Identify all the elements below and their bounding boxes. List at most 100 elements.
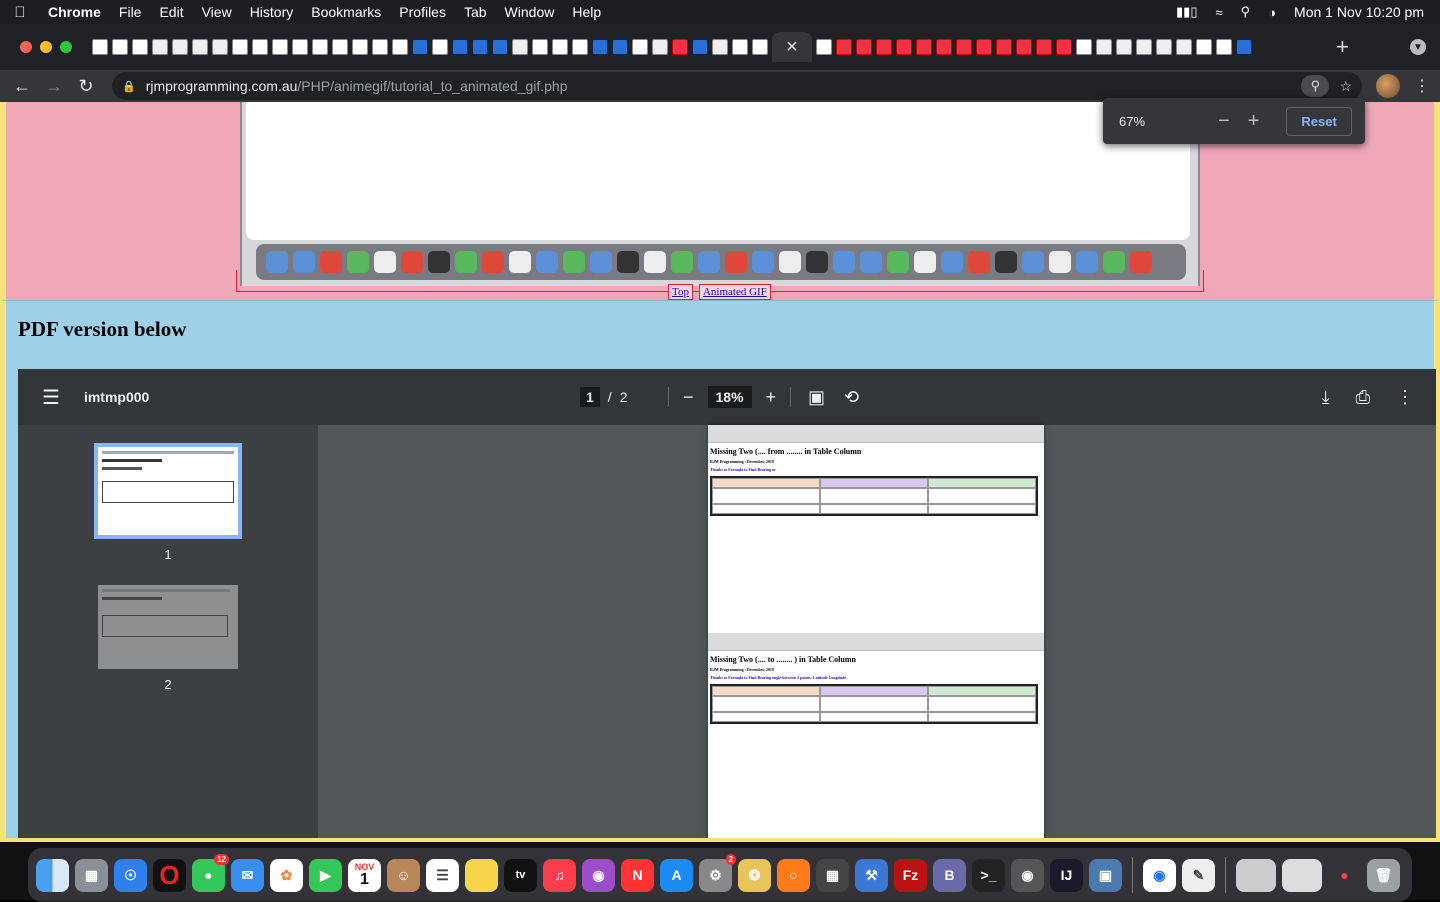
notes-icon[interactable] bbox=[465, 858, 498, 892]
animated-gif-link[interactable]: Animated GIF bbox=[698, 284, 771, 300]
more-actions-icon[interactable]: ⋮ bbox=[1396, 387, 1414, 408]
tab-favicon[interactable] bbox=[752, 39, 768, 55]
filezilla-icon[interactable]: Fz bbox=[894, 858, 927, 892]
menu-help[interactable]: Help bbox=[563, 4, 610, 20]
top-link[interactable]: Top bbox=[668, 284, 693, 300]
tab-favicon[interactable] bbox=[532, 39, 548, 55]
calculator-icon[interactable]: ▦ bbox=[816, 858, 849, 892]
tab-favicon[interactable] bbox=[172, 39, 188, 55]
tab-favicon[interactable] bbox=[1196, 39, 1212, 55]
preview-icon[interactable]: ▣ bbox=[1089, 858, 1122, 892]
tab-favicon[interactable] bbox=[332, 39, 348, 55]
menu-tab[interactable]: Tab bbox=[455, 4, 496, 20]
firefox-icon[interactable]: ○ bbox=[777, 858, 810, 892]
tab-favicon[interactable] bbox=[452, 39, 468, 55]
address-bar[interactable]: 🔒 rjmprogramming.com.au/PHP/animegif/tut… bbox=[112, 72, 1362, 100]
bookmark-star-icon[interactable]: ☆ bbox=[1339, 78, 1352, 95]
tab-favicon[interactable] bbox=[412, 39, 428, 55]
reload-icon[interactable]: ↻ bbox=[70, 76, 102, 97]
tab-favicon[interactable] bbox=[1076, 39, 1092, 55]
zoom-magnifier-icon[interactable]: ⚲ bbox=[1301, 75, 1330, 97]
zoom-reset-button[interactable]: Reset bbox=[1286, 106, 1352, 136]
menu-profiles[interactable]: Profiles bbox=[390, 4, 455, 20]
menu-bookmarks[interactable]: Bookmarks bbox=[302, 4, 390, 20]
tab-favicon[interactable] bbox=[816, 39, 832, 55]
tab-favicon[interactable] bbox=[1236, 39, 1252, 55]
tab-search-icon[interactable]: ▼ bbox=[1410, 39, 1426, 55]
new-tab-button[interactable]: + bbox=[1336, 34, 1349, 60]
tab-favicon[interactable] bbox=[856, 39, 872, 55]
messages-icon[interactable]: ● 12 bbox=[192, 853, 229, 892]
apple-menu-icon[interactable]:  bbox=[0, 4, 40, 21]
tab-favicon[interactable] bbox=[916, 39, 932, 55]
tab-favicon[interactable] bbox=[92, 39, 108, 55]
tab-favicon[interactable] bbox=[552, 39, 568, 55]
tab-favicon[interactable] bbox=[132, 39, 148, 55]
textedit-icon[interactable]: ✎ bbox=[1182, 858, 1215, 892]
tab-favicon[interactable] bbox=[1056, 39, 1072, 55]
zoom-out-icon[interactable]: − bbox=[683, 387, 694, 408]
tab-favicon[interactable] bbox=[672, 39, 688, 55]
tab-favicon[interactable] bbox=[1176, 39, 1192, 55]
tab-favicon[interactable] bbox=[312, 39, 328, 55]
facetime-icon[interactable]: ▶ bbox=[309, 858, 342, 892]
minimize-window-button[interactable] bbox=[40, 41, 52, 53]
opera-icon[interactable]: O bbox=[153, 858, 186, 892]
tab-favicon[interactable] bbox=[372, 39, 388, 55]
bbedit-icon[interactable]: B bbox=[933, 858, 966, 892]
tab-favicon[interactable] bbox=[1136, 39, 1152, 55]
tab-favicon[interactable] bbox=[272, 39, 288, 55]
zoom-in-icon[interactable]: + bbox=[766, 387, 777, 408]
spotlight-search-icon[interactable]: ⚲ bbox=[1241, 4, 1251, 20]
tab-favicon[interactable] bbox=[612, 39, 628, 55]
tab-favicon[interactable] bbox=[192, 39, 208, 55]
tab-favicon[interactable] bbox=[152, 39, 168, 55]
tab-favicon[interactable] bbox=[896, 39, 912, 55]
profile-avatar[interactable] bbox=[1376, 74, 1400, 98]
tab-favicon[interactable] bbox=[512, 39, 528, 55]
downloads-stack-icon[interactable]: ● bbox=[1328, 859, 1361, 892]
tab-favicon[interactable] bbox=[1216, 39, 1232, 55]
tab-favicon[interactable] bbox=[976, 39, 992, 55]
launchpad-icon[interactable]: ▦ bbox=[75, 858, 108, 892]
tab-favicon[interactable] bbox=[936, 39, 952, 55]
menu-clock[interactable]: Mon 1 Nov 10:20 pm bbox=[1294, 4, 1424, 20]
trash-icon[interactable]: 🗑 bbox=[1367, 858, 1400, 892]
tab-favicon[interactable] bbox=[232, 39, 248, 55]
tab-favicon[interactable] bbox=[712, 39, 728, 55]
print-icon[interactable]: ⎙ bbox=[1356, 387, 1370, 408]
fit-to-page-icon[interactable]: ▣ bbox=[808, 387, 825, 408]
paint-palette-icon[interactable]: ❂ bbox=[738, 858, 771, 892]
xcode-icon[interactable]: ⚒ bbox=[855, 858, 888, 892]
tab-favicon[interactable] bbox=[572, 39, 588, 55]
thumbnail-page-1[interactable]: 1 bbox=[94, 443, 242, 562]
tab-favicon[interactable] bbox=[392, 39, 408, 55]
active-tab-close-icon[interactable]: ✕ bbox=[772, 32, 812, 62]
terminal-icon[interactable]: >_ bbox=[972, 858, 1005, 892]
tab-favicon[interactable] bbox=[292, 39, 308, 55]
rotate-icon[interactable]: ⟲ bbox=[844, 387, 859, 408]
news-icon[interactable]: N bbox=[621, 858, 654, 892]
tab-favicon[interactable] bbox=[692, 39, 708, 55]
tab-favicon[interactable] bbox=[632, 39, 648, 55]
tab-favicon[interactable] bbox=[1096, 39, 1112, 55]
tab-favicon[interactable] bbox=[432, 39, 448, 55]
close-window-button[interactable] bbox=[20, 41, 32, 53]
mail-icon[interactable]: ✉ bbox=[231, 858, 264, 892]
fullscreen-window-button[interactable] bbox=[60, 41, 72, 53]
contacts-icon[interactable]: ☺ bbox=[387, 858, 420, 892]
tab-favicon[interactable] bbox=[1156, 39, 1172, 55]
zoom-plus-button[interactable]: + bbox=[1248, 110, 1260, 133]
intellij-icon[interactable]: IJ bbox=[1050, 858, 1083, 892]
wifi-icon[interactable]: ≈ bbox=[1216, 5, 1223, 20]
calendar-icon[interactable]: NOV 1 bbox=[348, 858, 381, 892]
tab-favicon[interactable] bbox=[492, 39, 508, 55]
tab-favicon[interactable] bbox=[956, 39, 972, 55]
podcasts-icon[interactable]: ◉ bbox=[582, 858, 615, 892]
download-icon[interactable]: ⤓ bbox=[1322, 387, 1330, 408]
menu-edit[interactable]: Edit bbox=[150, 4, 192, 20]
app-store-icon[interactable]: A bbox=[660, 858, 693, 892]
back-arrow-icon[interactable]: ← bbox=[6, 76, 38, 97]
gimp-icon[interactable]: ◉ bbox=[1011, 858, 1044, 892]
zoom-minus-button[interactable]: − bbox=[1218, 110, 1230, 133]
